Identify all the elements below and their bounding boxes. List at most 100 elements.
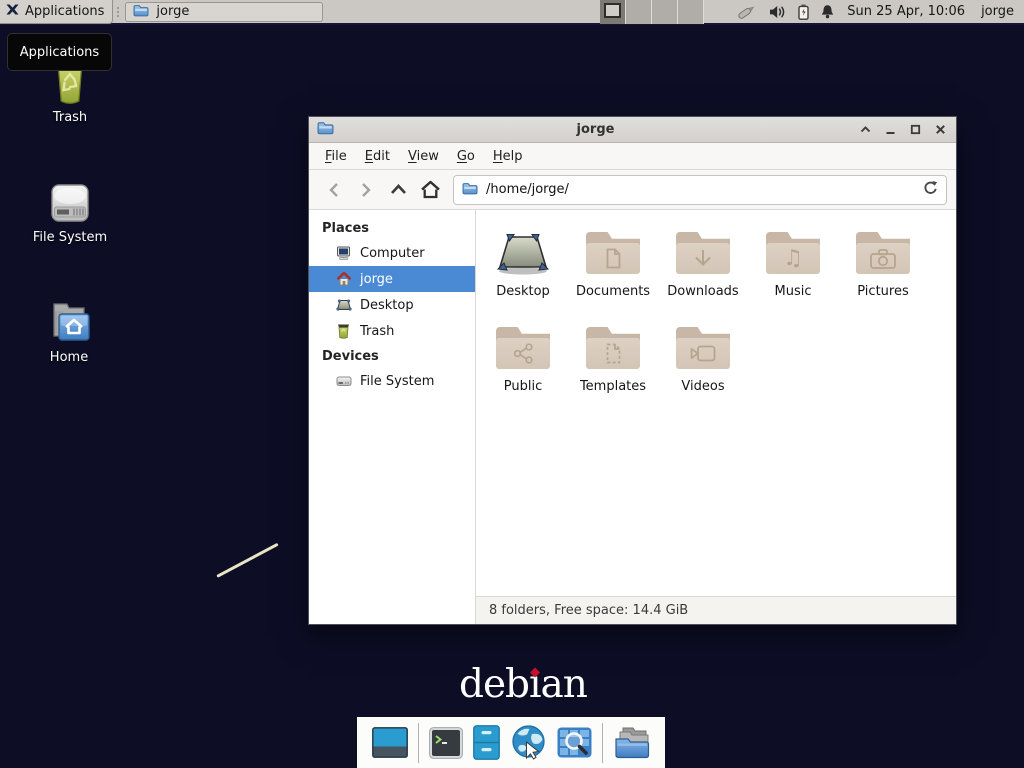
sidebar-item-label: Computer xyxy=(360,246,425,261)
desktop-icon-label: Home xyxy=(23,350,115,365)
sidebar-item-label: jorge xyxy=(360,272,393,287)
desktop-icon-label: Trash xyxy=(24,110,116,125)
files-grid: Desktop Documents xyxy=(476,210,956,596)
videos-folder-icon xyxy=(676,319,730,377)
sidebar-item-desktop[interactable]: Desktop xyxy=(309,292,475,318)
maximize-button[interactable] xyxy=(907,122,923,138)
file-label: Documents xyxy=(576,284,650,299)
file-manager-icon[interactable] xyxy=(613,726,651,759)
show-desktop-icon[interactable] xyxy=(372,727,408,758)
notification-bell-icon[interactable] xyxy=(820,4,835,20)
terminal-icon[interactable] xyxy=(429,727,463,759)
path-bar[interactable]: /home/jorge/ xyxy=(453,175,947,205)
file-item-pictures[interactable]: Pictures xyxy=(838,224,928,319)
volume-icon[interactable] xyxy=(769,5,787,19)
menu-go[interactable]: Go xyxy=(448,144,484,169)
applications-tooltip: Applications xyxy=(7,33,112,71)
pathbar-folder-icon xyxy=(462,180,478,199)
file-manager-window: jorge File Edit View Go Help xyxy=(308,116,957,625)
status-text: 8 folders, Free space: 14.4 GiB xyxy=(489,603,688,618)
public-folder-icon xyxy=(496,319,550,377)
forward-button[interactable] xyxy=(350,176,382,204)
tasklist-handle[interactable] xyxy=(115,4,121,20)
window-body: Places Computer jorge Desktop xyxy=(309,210,956,624)
web-browser-icon[interactable] xyxy=(510,724,547,761)
desktop-icon-label: File System xyxy=(24,230,116,245)
file-item-music[interactable]: Music xyxy=(748,224,838,319)
file-item-templates[interactable]: Templates xyxy=(568,319,658,414)
dock-separator xyxy=(602,723,603,763)
sidebar: Places Computer jorge Desktop xyxy=(309,210,476,624)
file-item-videos[interactable]: Videos xyxy=(658,319,748,414)
pictures-folder-icon xyxy=(856,224,910,282)
status-bar: 8 folders, Free space: 14.4 GiB xyxy=(476,596,956,624)
folder-icon xyxy=(133,2,149,21)
sidebar-places-header: Places xyxy=(309,216,475,240)
menu-edit[interactable]: Edit xyxy=(356,144,399,169)
file-item-desktop[interactable]: Desktop xyxy=(478,224,568,319)
window-title: jorge xyxy=(334,122,857,137)
file-label: Public xyxy=(504,379,542,394)
workspace-3[interactable] xyxy=(652,0,678,24)
file-label: Templates xyxy=(580,379,646,394)
downloads-folder-icon xyxy=(676,224,730,282)
music-notes-glyph xyxy=(783,246,803,271)
menu-file[interactable]: File xyxy=(316,144,356,169)
menu-view[interactable]: View xyxy=(399,144,448,169)
stylus-tool-icon[interactable] xyxy=(736,3,758,20)
sidebar-item-jorge[interactable]: jorge xyxy=(309,266,475,292)
system-tray xyxy=(736,3,835,20)
wallpaper-scribble-line xyxy=(216,543,278,578)
sidebar-item-label: File System xyxy=(360,374,434,389)
workspace-1[interactable] xyxy=(600,0,626,24)
documents-folder-icon xyxy=(586,224,640,282)
menu-help[interactable]: Help xyxy=(484,144,532,169)
file-label: Desktop xyxy=(496,284,550,299)
desktop-root: { "panel": { "applications_label": "Appl… xyxy=(0,0,1024,768)
workspace-switcher xyxy=(600,0,704,24)
applications-tooltip-text: Applications xyxy=(20,45,99,60)
taskbar-window-button[interactable]: jorge xyxy=(125,2,323,22)
file-label: Downloads xyxy=(667,284,738,299)
desktop-icon-file-system[interactable]: File System xyxy=(24,176,116,245)
applications-menu-button[interactable]: Applications xyxy=(0,0,113,24)
sidebar-item-label: Desktop xyxy=(360,298,414,313)
shade-button[interactable] xyxy=(857,122,873,138)
desktop-icon-home[interactable]: Home xyxy=(23,296,115,365)
file-cabinet-icon[interactable] xyxy=(473,725,500,760)
computer-icon xyxy=(335,245,352,261)
files-pane: Desktop Documents xyxy=(476,210,956,624)
file-item-documents[interactable]: Documents xyxy=(568,224,658,319)
reload-icon[interactable] xyxy=(923,180,938,199)
desktop-icon xyxy=(495,224,551,282)
debian-logo: debıan xyxy=(459,662,587,707)
user-home-icon xyxy=(335,271,352,287)
templates-folder-icon xyxy=(586,319,640,377)
sidebar-item-file-system[interactable]: File System xyxy=(309,368,475,394)
app-finder-icon[interactable] xyxy=(557,727,592,758)
file-item-downloads[interactable]: Downloads xyxy=(658,224,748,319)
window-titlebar[interactable]: jorge xyxy=(309,117,956,143)
home-button[interactable] xyxy=(414,176,446,204)
dock-separator xyxy=(418,723,419,763)
file-item-public[interactable]: Public xyxy=(478,319,568,414)
top-panel: Applications jorge Sun 25 Apr, 10:06 jor… xyxy=(0,0,1024,25)
sidebar-devices-header: Devices xyxy=(309,344,475,368)
workspace-2[interactable] xyxy=(626,0,652,24)
back-button[interactable] xyxy=(318,176,350,204)
sidebar-item-trash[interactable]: Trash xyxy=(309,318,475,344)
xfce-applications-icon xyxy=(5,2,20,21)
battery-icon[interactable] xyxy=(798,4,809,20)
sidebar-item-computer[interactable]: Computer xyxy=(309,240,475,266)
panel-username[interactable]: jorge xyxy=(981,4,1014,19)
up-button[interactable] xyxy=(382,176,414,204)
minimize-button[interactable] xyxy=(882,122,898,138)
file-label: Music xyxy=(775,284,812,299)
path-input[interactable]: /home/jorge/ xyxy=(486,182,915,197)
file-label: Pictures xyxy=(857,284,908,299)
close-button[interactable] xyxy=(932,122,948,138)
panel-clock[interactable]: Sun 25 Apr, 10:06 xyxy=(847,4,965,19)
menu-bar: File Edit View Go Help xyxy=(309,143,956,170)
toolbar: /home/jorge/ xyxy=(309,170,956,210)
workspace-4[interactable] xyxy=(678,0,704,24)
